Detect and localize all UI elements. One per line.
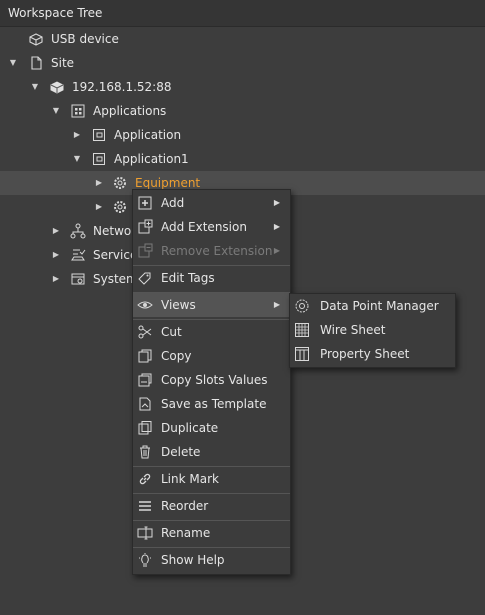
template-icon: [137, 396, 153, 412]
equipment-gear-icon: [112, 175, 128, 191]
tree-item-application1[interactable]: ▼ Application1: [0, 147, 485, 171]
menu-item-show-help[interactable]: Show Help: [133, 548, 290, 572]
submenu-arrow-icon: ▶: [273, 198, 280, 207]
submenu-arrow-icon: ▶: [273, 300, 280, 309]
menu-item-label: Save as Template: [161, 397, 267, 411]
tree-item-label: Service: [93, 248, 138, 262]
menu-item-label: Remove Extension: [161, 244, 273, 258]
tree-item-device[interactable]: ▼ 192.168.1.52:88: [0, 75, 485, 99]
tree-item-label: Site: [51, 56, 75, 70]
menu-item-label: Cut: [161, 325, 182, 339]
collapsed-arrow-icon[interactable]: ▶: [51, 267, 61, 291]
wire-sheet-grid-icon: [294, 322, 310, 338]
menu-item-label: Wire Sheet: [320, 323, 386, 337]
submenu-arrow-icon: ▶: [273, 246, 280, 255]
submenu-item-property-sheet[interactable]: Property Sheet: [290, 342, 455, 366]
menu-item-save-as-template[interactable]: Save as Template: [133, 392, 290, 416]
submenu-item-data-point-manager[interactable]: Data Point Manager: [290, 294, 455, 318]
duplicate-icon: [137, 420, 153, 436]
add-icon: [137, 195, 153, 211]
copy-icon: [137, 348, 153, 364]
application-icon: [91, 151, 107, 167]
menu-item-duplicate[interactable]: Duplicate: [133, 416, 290, 440]
network-icon: [70, 223, 86, 239]
menu-item-label: Duplicate: [161, 421, 219, 435]
lightbulb-icon: [137, 552, 153, 568]
tree-item-label: USB device: [51, 32, 119, 46]
menu-item-copy-slots-values[interactable]: Copy Slots Values: [133, 368, 290, 392]
menu-item-rename[interactable]: Rename: [133, 521, 290, 545]
expanded-arrow-icon[interactable]: ▼: [30, 75, 40, 99]
tree-item-usb-device[interactable]: USB device: [0, 27, 485, 51]
workspace-tree-header: Workspace Tree: [0, 0, 485, 27]
menu-item-label: Add: [161, 196, 185, 210]
collapsed-arrow-icon[interactable]: ▶: [94, 195, 104, 219]
panel-title: Workspace Tree: [8, 6, 103, 20]
tree-item-label: Application: [114, 128, 182, 142]
submenu-item-wire-sheet[interactable]: Wire Sheet: [290, 318, 455, 342]
property-sheet-icon: [294, 346, 310, 362]
menu-item-reorder[interactable]: Reorder: [133, 494, 290, 518]
reorder-icon: [137, 498, 153, 514]
collapsed-arrow-icon[interactable]: ▶: [51, 219, 61, 243]
menu-item-label: Edit Tags: [161, 271, 215, 285]
menu-item-label: Copy: [161, 349, 192, 363]
system-icon: [70, 271, 86, 287]
menu-item-label: Reorder: [161, 499, 209, 513]
menu-item-label: Views: [161, 298, 196, 312]
equipment-gear-icon: [112, 199, 128, 215]
menu-item-label: Link Mark: [161, 472, 219, 486]
menu-item-delete[interactable]: Delete: [133, 440, 290, 464]
collapsed-arrow-icon[interactable]: ▶: [72, 123, 82, 147]
tree-item-label: 192.168.1.52:88: [72, 80, 172, 94]
remove-extension-icon: [137, 243, 153, 259]
tree-item-label: Applications: [93, 104, 167, 118]
data-point-manager-icon: [294, 298, 310, 314]
menu-item-label: Rename: [161, 526, 211, 540]
expanded-arrow-icon[interactable]: ▼: [51, 99, 61, 123]
copy-slots-icon: [137, 372, 153, 388]
menu-item-label: Copy Slots Values: [161, 373, 268, 387]
collapsed-arrow-icon[interactable]: ▶: [94, 171, 104, 195]
tree-item-application[interactable]: ▶ Application: [0, 123, 485, 147]
application-icon: [91, 127, 107, 143]
menu-item-label: Property Sheet: [320, 347, 410, 361]
scissors-icon: [137, 324, 153, 340]
menu-item-label: Add Extension: [161, 220, 247, 234]
menu-item-views[interactable]: Views ▶: [133, 293, 290, 317]
menu-item-add-extension[interactable]: Add Extension ▶: [133, 215, 290, 239]
menu-item-copy[interactable]: Copy: [133, 344, 290, 368]
tree-item-site[interactable]: ▼ Site: [0, 51, 485, 75]
tree-item-applications[interactable]: ▼ Applications: [0, 99, 485, 123]
add-extension-icon: [137, 219, 153, 235]
device-icon: [49, 79, 65, 95]
services-icon: [70, 247, 86, 263]
applications-icon: [70, 103, 86, 119]
tree-item-label: Application1: [114, 152, 189, 166]
views-submenu: Data Point Manager Wire Sheet Property S…: [289, 293, 456, 368]
trash-icon: [137, 444, 153, 460]
expanded-arrow-icon[interactable]: ▼: [72, 147, 82, 171]
usb-device-icon: [28, 31, 44, 47]
eye-icon: [137, 297, 153, 313]
menu-item-label: Delete: [161, 445, 201, 459]
menu-item-link-mark[interactable]: Link Mark: [133, 467, 290, 491]
collapsed-arrow-icon[interactable]: ▶: [51, 243, 61, 267]
site-document-icon: [28, 55, 44, 71]
expanded-arrow-icon[interactable]: ▼: [8, 51, 18, 75]
menu-item-cut[interactable]: Cut: [133, 320, 290, 344]
tag-icon: [137, 270, 153, 286]
menu-item-label: Show Help: [161, 553, 225, 567]
context-menu: Add ▶ Add Extension ▶ Remove Extension ▶…: [132, 189, 291, 575]
menu-item-remove-extension: Remove Extension ▶: [133, 239, 290, 263]
link-icon: [137, 471, 153, 487]
menu-item-edit-tags[interactable]: Edit Tags: [133, 266, 290, 290]
menu-item-add[interactable]: Add ▶: [133, 191, 290, 215]
menu-item-label: Data Point Manager: [320, 299, 439, 313]
rename-icon: [137, 525, 153, 541]
submenu-arrow-icon: ▶: [273, 222, 280, 231]
